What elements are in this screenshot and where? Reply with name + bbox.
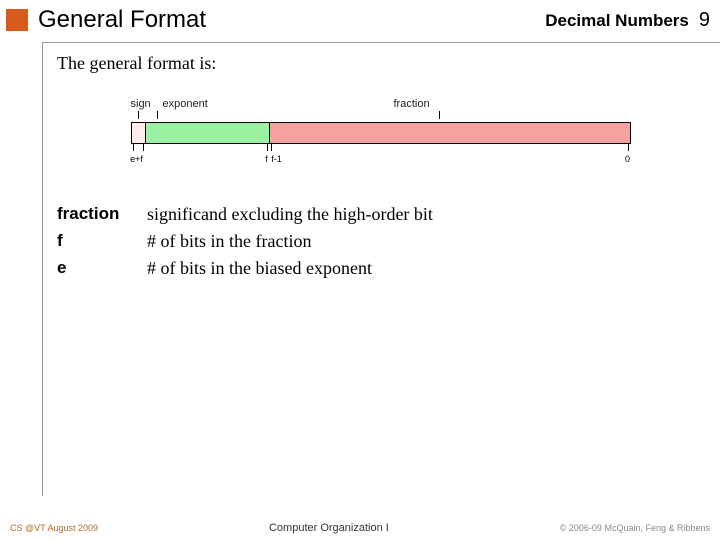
diagram-labels: sign exponent fraction [131, 98, 631, 112]
footer-left: CS @VT August 2009 [10, 523, 98, 533]
title-wrap: General Format [6, 6, 206, 34]
slide: General Format Decimal Numbers 9 The gen… [0, 0, 720, 540]
format-diagram: sign exponent fraction e+f f [131, 98, 631, 166]
diagram-arrows-bottom [131, 144, 631, 154]
segment-fraction [270, 123, 630, 143]
slide-title: General Format [38, 6, 206, 34]
segment-sign [132, 123, 146, 143]
footer: CS @VT August 2009 Computer Organization… [0, 522, 720, 534]
defn-f: # of bits in the fraction [147, 231, 704, 252]
definitions: fraction significand excluding the high-… [57, 204, 704, 279]
bitlabel-ef: e+f [130, 154, 143, 164]
label-fraction: fraction [274, 98, 631, 112]
diagram-arrows-top [131, 112, 631, 122]
intro-text: The general format is: [57, 53, 704, 74]
bitlabel-fminus1: f-1 [271, 154, 282, 164]
term-e: e [57, 258, 147, 279]
footer-center: Computer Organization I [269, 522, 389, 534]
diagram-bar [131, 122, 631, 144]
label-exponent: exponent [159, 98, 274, 112]
bitlabel-f: f [265, 154, 268, 164]
content-area: The general format is: sign exponent fra… [42, 42, 720, 496]
segment-exponent [146, 123, 270, 143]
term-f: f [57, 231, 147, 252]
header-right: Decimal Numbers 9 [545, 9, 710, 32]
label-sign: sign [131, 98, 159, 112]
page-number: 9 [699, 9, 710, 32]
footer-right: © 2006-09 McQuain, Feng & Ribbens [560, 523, 710, 533]
term-fraction: fraction [57, 204, 147, 225]
bitlabel-0: 0 [625, 154, 630, 164]
defn-fraction: significand excluding the high-order bit [147, 204, 704, 225]
diagram-bit-labels: e+f f f-1 0 [131, 154, 631, 166]
header: General Format Decimal Numbers 9 [0, 0, 720, 40]
topic-label: Decimal Numbers [545, 11, 689, 31]
bullet-icon [6, 9, 28, 31]
defn-e: # of bits in the biased exponent [147, 258, 704, 279]
